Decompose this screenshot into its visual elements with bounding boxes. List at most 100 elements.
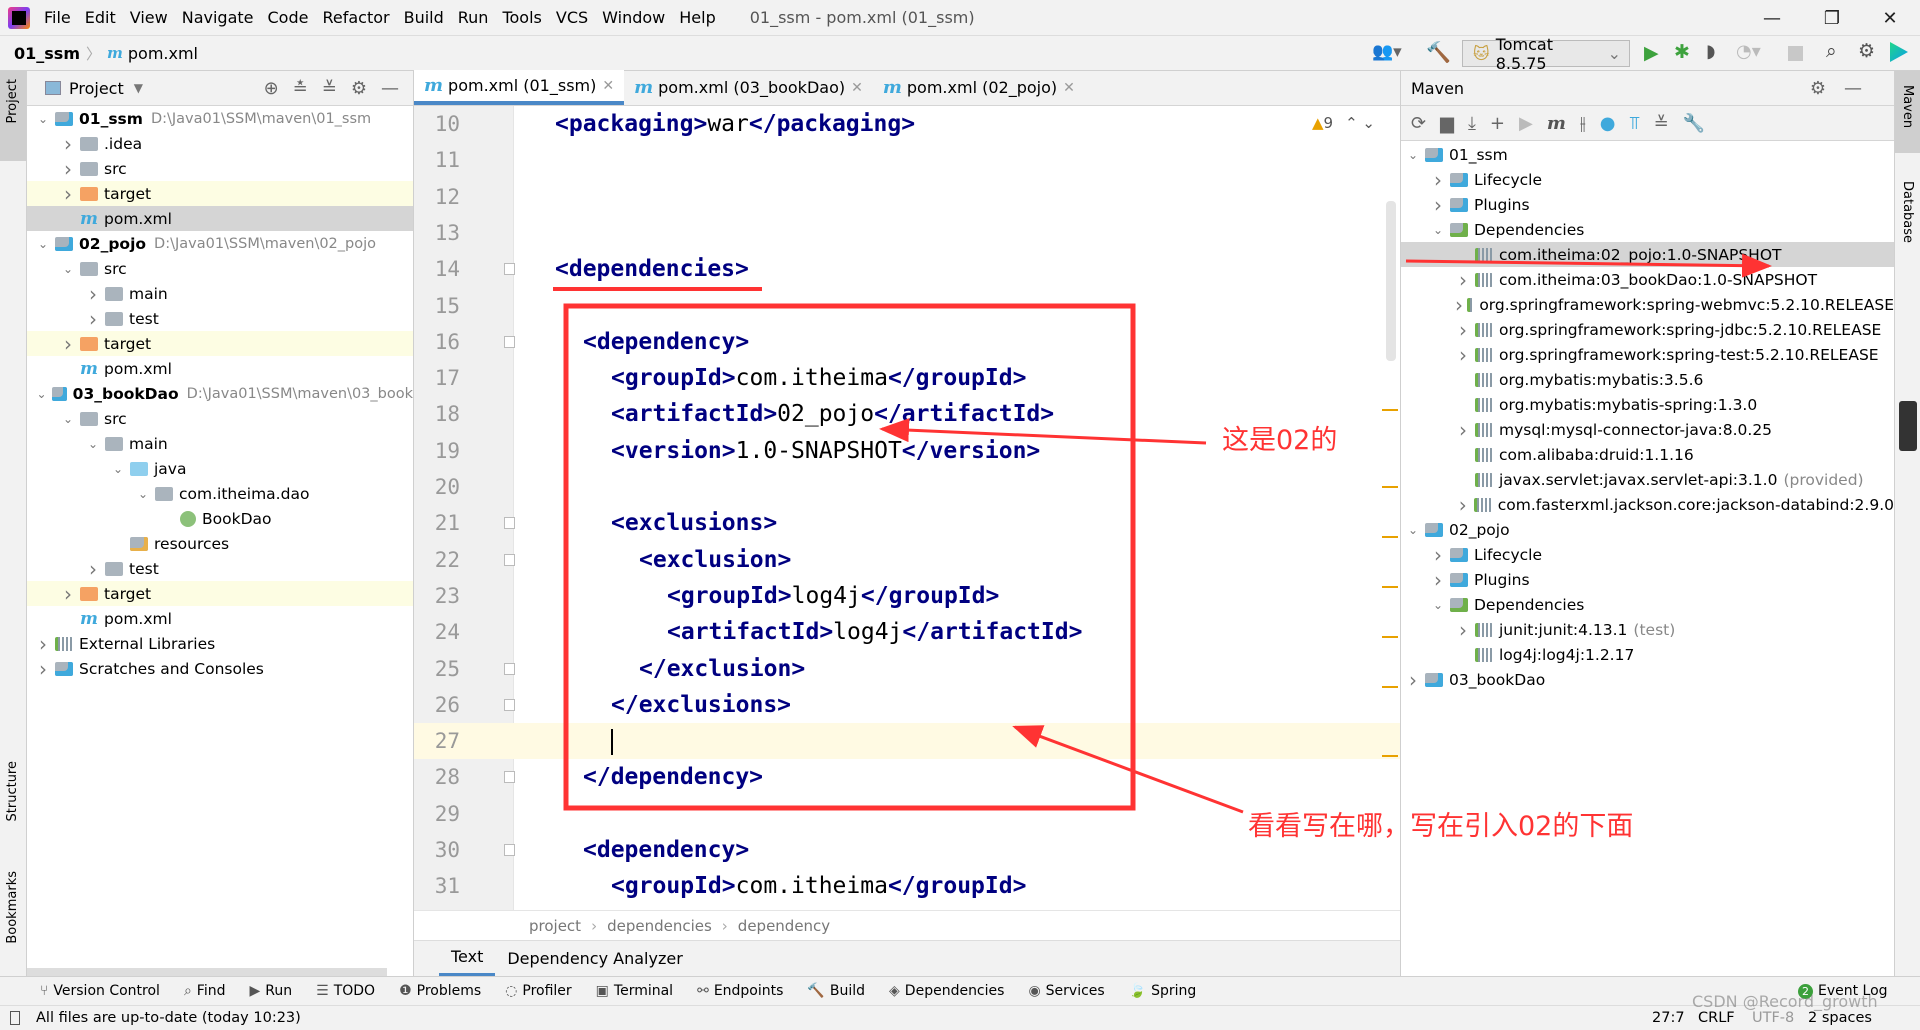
add-folder-icon[interactable]: ▆ bbox=[1440, 113, 1454, 134]
code-line[interactable]: 23 <groupId>log4j</groupId> bbox=[414, 578, 1400, 614]
execute-goal-icon[interactable]: m bbox=[1547, 113, 1566, 134]
restore-button[interactable]: ❐ bbox=[1804, 0, 1860, 36]
tool-window-terminal[interactable]: ▣ Terminal bbox=[596, 983, 673, 999]
show-dependencies-icon[interactable]: ⫪ bbox=[1629, 113, 1639, 134]
tree-item[interactable]: › src bbox=[27, 156, 413, 181]
chevron-down-icon[interactable]: ⌄ bbox=[35, 112, 51, 126]
run-icon[interactable]: ▶ bbox=[1644, 42, 1659, 64]
tree-item[interactable]: › test bbox=[27, 556, 413, 581]
tree-item[interactable]: › org.springframework:spring-jdbc:5.2.10.… bbox=[1401, 317, 1894, 342]
chevron-right-icon[interactable]: › bbox=[60, 132, 76, 156]
gear-icon[interactable]: ⚙ bbox=[1810, 78, 1844, 99]
chevron-down-icon[interactable]: ⌄ bbox=[1405, 523, 1421, 537]
tree-item[interactable]: › mysql:mysql-connector-java:8.0.25 bbox=[1401, 417, 1894, 442]
chevron-right-icon[interactable]: › bbox=[1430, 193, 1446, 217]
tree-item[interactable]: javax.servlet:javax.servlet-api:3.1.0 (pr… bbox=[1401, 467, 1894, 492]
chevron-right-icon[interactable]: › bbox=[1405, 668, 1421, 692]
menu-build[interactable]: Build bbox=[404, 8, 444, 27]
tool-window-spring[interactable]: 🍃 Spring bbox=[1129, 983, 1197, 999]
chevron-right-icon[interactable]: › bbox=[1430, 168, 1446, 192]
editor-tab[interactable]: m pom.xml (03_bookDao) ✕ bbox=[624, 70, 873, 105]
pom-view-tab[interactable]: Dependency Analyzer bbox=[495, 941, 694, 977]
tool-window-version-control[interactable]: ⑂ Version Control bbox=[40, 983, 160, 999]
tree-item[interactable]: m pom.xml bbox=[27, 606, 413, 631]
close-button[interactable]: ✕ bbox=[1862, 0, 1918, 36]
menu-help[interactable]: Help bbox=[679, 8, 715, 27]
code-line[interactable]: 14 <dependencies> bbox=[414, 251, 1400, 287]
breadcrumb-file[interactable]: pom.xml bbox=[128, 44, 198, 63]
chevron-right-icon[interactable]: › bbox=[35, 657, 51, 681]
menu-run[interactable]: Run bbox=[458, 8, 489, 27]
tree-item[interactable]: ⌄ Dependencies bbox=[1401, 592, 1894, 617]
fold-icon[interactable] bbox=[504, 698, 515, 711]
tree-item[interactable]: › .idea bbox=[27, 131, 413, 156]
chevron-right-icon[interactable]: › bbox=[60, 157, 76, 181]
tree-item[interactable]: com.alibaba:druid:1.1.16 bbox=[1401, 442, 1894, 467]
code-line[interactable]: 20 bbox=[414, 469, 1400, 505]
tree-item[interactable]: ⌄ 03_bookDao D:\Java01\SSM\maven\03_book bbox=[27, 381, 413, 406]
collapse-all-icon[interactable]: ≚ bbox=[1654, 113, 1669, 134]
code-line[interactable]: 26 </exclusions> bbox=[414, 687, 1400, 723]
project-tool-button[interactable]: Project bbox=[0, 71, 26, 161]
profile-icon[interactable]: ◔▾ bbox=[1736, 41, 1761, 62]
menu-view[interactable]: View bbox=[130, 8, 168, 27]
indent-setting[interactable]: 2 spaces bbox=[1808, 1010, 1872, 1026]
change-marker[interactable] bbox=[1382, 586, 1398, 588]
tool-window-dependencies[interactable]: ◈ Dependencies bbox=[889, 983, 1004, 999]
chevron-down-icon[interactable]: ⌄ bbox=[60, 412, 76, 426]
fold-icon[interactable] bbox=[504, 517, 515, 530]
tree-item[interactable]: › Lifecycle bbox=[1401, 542, 1894, 567]
settings-gear-icon[interactable]: ⚙ bbox=[1858, 40, 1875, 62]
change-marker[interactable] bbox=[1382, 755, 1398, 757]
tree-item[interactable]: ⌄ src bbox=[27, 406, 413, 431]
tree-item[interactable]: m pom.xml bbox=[27, 206, 413, 231]
change-marker[interactable] bbox=[1382, 409, 1398, 411]
wrench-icon[interactable]: 🔧 bbox=[1683, 113, 1705, 134]
code-line[interactable]: 21 <exclusions> bbox=[414, 505, 1400, 541]
jetbrains-toolbox-icon[interactable] bbox=[1890, 42, 1908, 62]
chevron-right-icon[interactable]: › bbox=[35, 632, 51, 656]
menu-code[interactable]: Code bbox=[268, 8, 309, 27]
close-tab-icon[interactable]: ✕ bbox=[1063, 80, 1075, 96]
tree-item[interactable]: › target bbox=[27, 181, 413, 206]
fold-icon[interactable] bbox=[504, 553, 515, 566]
tree-item[interactable]: › test bbox=[27, 306, 413, 331]
chevron-down-icon[interactable]: ⌄ bbox=[1405, 148, 1421, 162]
debug-icon[interactable]: ✱ bbox=[1674, 41, 1690, 63]
chevron-down-icon[interactable]: ⌄ bbox=[85, 437, 101, 451]
project-view-selector[interactable]: Project bbox=[69, 79, 124, 98]
tool-window-todo[interactable]: ☰ TODO bbox=[316, 983, 375, 999]
fold-icon[interactable] bbox=[504, 662, 515, 675]
memory-indicator[interactable] bbox=[1899, 401, 1917, 451]
chevron-down-icon[interactable]: ⌄ bbox=[35, 387, 48, 401]
code-line[interactable]: 27 bbox=[414, 723, 1400, 760]
menu-refactor[interactable]: Refactor bbox=[322, 8, 389, 27]
toggle-offline-icon[interactable]: ⫲ bbox=[1580, 113, 1586, 134]
chevron-down-icon[interactable]: ⌄ bbox=[110, 462, 126, 476]
chevron-right-icon[interactable]: › bbox=[1430, 543, 1446, 567]
add-icon[interactable]: + bbox=[1490, 113, 1505, 134]
menu-edit[interactable]: Edit bbox=[85, 8, 116, 27]
tool-window-problems[interactable]: ❶ Problems bbox=[399, 983, 481, 999]
maven-tool-button[interactable]: Maven bbox=[1895, 71, 1920, 153]
tree-item[interactable]: ⌄ 01_ssm D:\Java01\SSM\maven\01_ssm bbox=[27, 106, 413, 131]
tree-item[interactable]: ⌄ 01_ssm bbox=[1401, 142, 1894, 167]
download-icon[interactable]: ⤓ bbox=[1468, 113, 1476, 134]
tree-item[interactable]: ⌄ 02_pojo D:\Java01\SSM\maven\02_pojo bbox=[27, 231, 413, 256]
horizontal-scrollbar[interactable] bbox=[27, 968, 387, 976]
chevron-right-icon[interactable]: › bbox=[60, 332, 76, 356]
chevron-right-icon[interactable]: › bbox=[1455, 293, 1463, 317]
tree-item[interactable]: m pom.xml bbox=[27, 356, 413, 381]
tree-item[interactable]: › com.fasterxml.jackson.core:jackson-data… bbox=[1401, 492, 1894, 517]
tree-item[interactable]: › 03_bookDao bbox=[1401, 667, 1894, 692]
stop-icon[interactable] bbox=[1788, 46, 1803, 61]
change-marker[interactable] bbox=[1382, 536, 1398, 538]
collapse-all-icon[interactable]: ≚ bbox=[322, 78, 351, 99]
close-tab-icon[interactable]: ✕ bbox=[602, 78, 614, 94]
tool-window-find[interactable]: ⌕ Find bbox=[184, 983, 226, 999]
locate-icon[interactable]: ⊕ bbox=[264, 78, 293, 99]
vertical-scrollbar[interactable] bbox=[1386, 201, 1396, 361]
build-hammer-icon[interactable]: 🔨 bbox=[1426, 40, 1451, 64]
change-marker[interactable] bbox=[1382, 486, 1398, 488]
tree-item[interactable]: › com.itheima:03_bookDao:1.0-SNAPSHOT bbox=[1401, 267, 1894, 292]
